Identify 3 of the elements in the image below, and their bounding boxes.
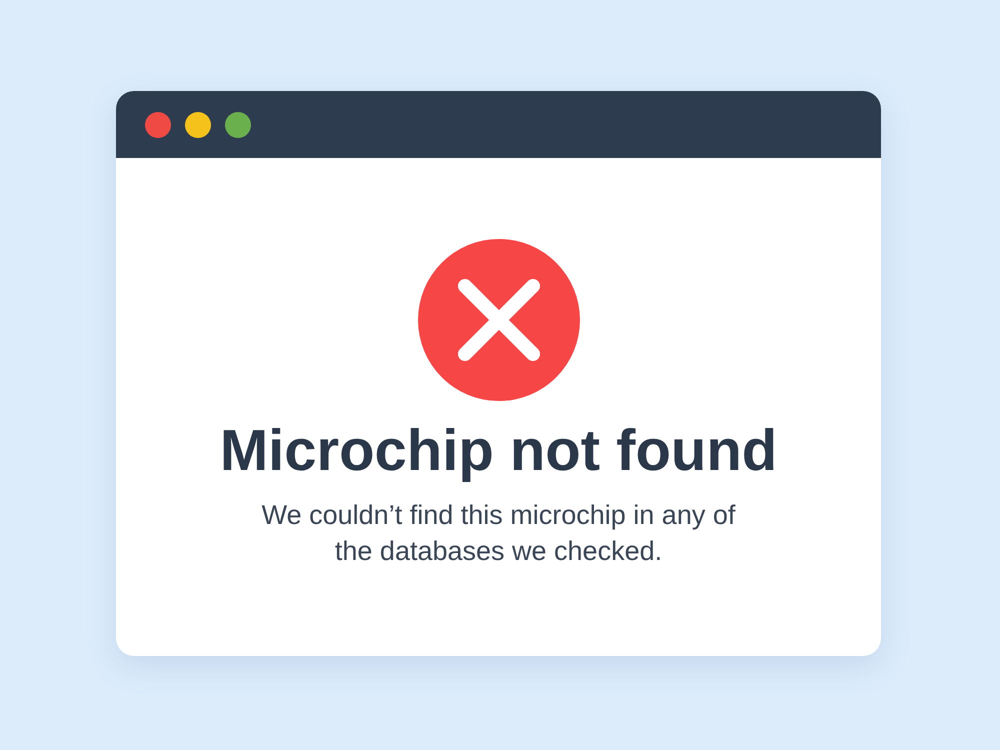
error-x-icon — [418, 239, 580, 401]
error-message: We couldn’t find this microchip in any of the databases we checked. — [260, 499, 736, 568]
error-title: Microchip not found — [220, 419, 778, 483]
